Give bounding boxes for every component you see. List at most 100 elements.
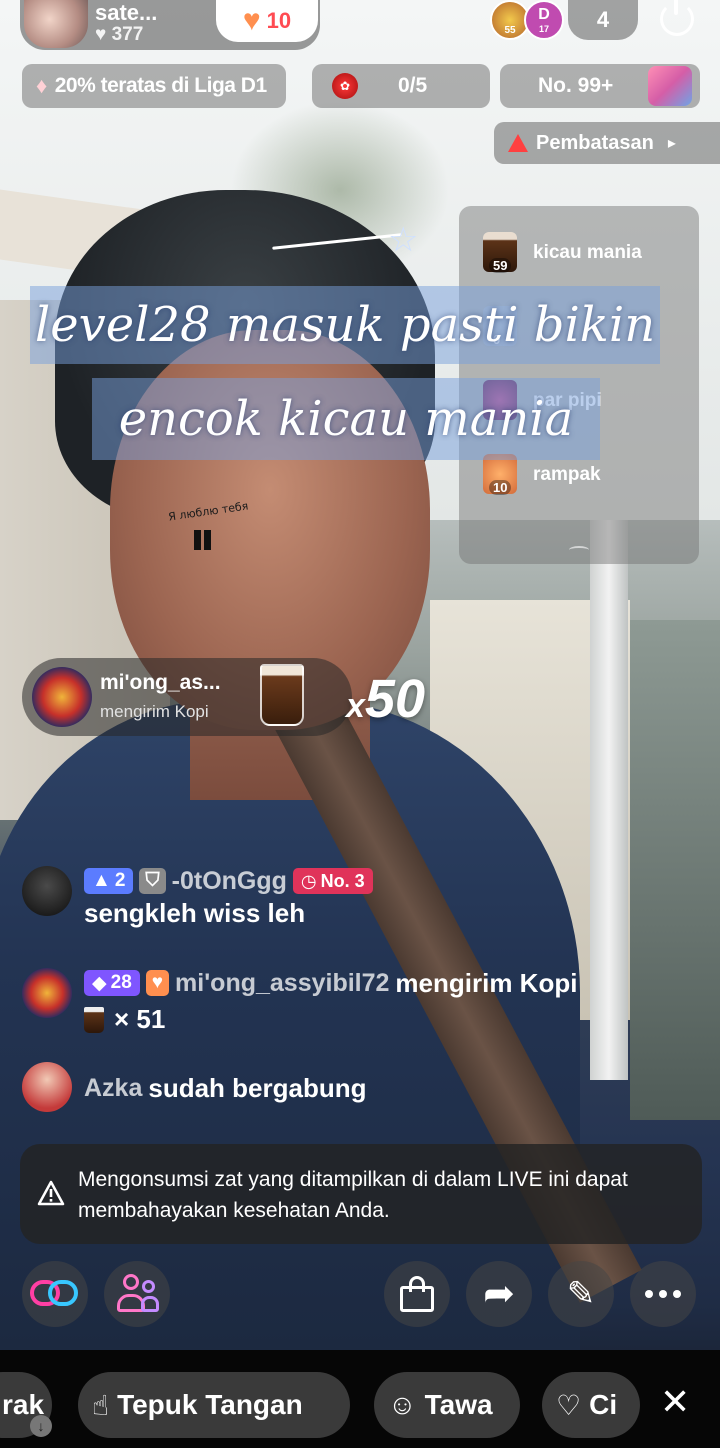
rose-icon: ✿	[332, 73, 358, 99]
chat-message[interactable]: ◆ 28 ♥ mi'ong_assyibil72 mengirim Kopi × …	[20, 968, 700, 1038]
chat-text: sudah bergabung	[148, 1072, 367, 1103]
viewer-initial: D	[538, 6, 550, 23]
multi-guest-button[interactable]	[22, 1261, 88, 1327]
chat-username[interactable]: Azka	[84, 1074, 142, 1103]
rank-emblem-icon	[648, 66, 692, 106]
coffee-icon	[260, 664, 304, 726]
viewer-count[interactable]: 4	[568, 0, 638, 40]
guests-button[interactable]	[104, 1261, 170, 1327]
gift-count: × 51	[114, 1004, 166, 1034]
coffee-icon	[84, 1006, 104, 1033]
chat-meta: ◆ 28 ♥ mi'ong_assyibil72 mengirim Kopi	[84, 968, 577, 998]
gift-combo: x50	[346, 668, 425, 730]
diamond-icon: ♦	[36, 73, 47, 98]
heart-icon: ♥	[95, 24, 107, 45]
follow-count: 10	[266, 8, 292, 33]
gift-item[interactable]: 59 kicau mania	[483, 230, 693, 280]
rank-badge-text: No. 3	[320, 870, 365, 891]
gift-sender-name: mi'ong_as...	[100, 671, 221, 694]
level-badge: ▲ 2	[84, 868, 134, 894]
chat-text: mengirim Kopi	[395, 967, 578, 998]
reaction-label: Tepuk Tangan	[117, 1389, 303, 1420]
clap-icon: ☝	[92, 1389, 110, 1421]
viewer-level: 17	[538, 24, 549, 34]
star-icon: ☆	[388, 221, 419, 259]
mission-progress[interactable]: ✿ 0/5	[312, 64, 490, 108]
gift-summary: × 51	[84, 1004, 165, 1035]
follow-button[interactable]: ♥ 10	[216, 0, 318, 42]
avatar[interactable]	[22, 866, 72, 916]
stream-title-line2: encok kicau mania	[92, 378, 600, 460]
decor-line	[272, 233, 402, 250]
chat-text: sengkleh wiss leh	[84, 898, 306, 928]
restriction-label: Pembatasan	[536, 131, 654, 154]
avatar[interactable]	[32, 667, 92, 727]
rank-badge: ◷ No. 3	[292, 868, 373, 894]
chat-meta: ▲ 2 ⛉ -0tOnGgg ◷ No. 3	[84, 866, 373, 896]
avatar[interactable]	[22, 1062, 72, 1112]
chat-username[interactable]: -0tOnGgg	[172, 867, 287, 896]
shield-icon: ⛉	[139, 868, 166, 894]
reaction-chip-clap[interactable]: ☝ Tepuk Tangan	[78, 1372, 350, 1438]
warning-text: Mengonsumsi zat yang ditampilkan di dala…	[78, 1168, 628, 1222]
warning-icon	[508, 134, 528, 152]
people-icon	[115, 1274, 159, 1314]
more-button[interactable]	[630, 1261, 696, 1327]
chat-username[interactable]: mi'ong_assyibil72	[175, 969, 389, 998]
chat-meta: Azka sudah bergabung	[84, 1073, 367, 1103]
power-icon[interactable]	[660, 0, 694, 36]
reaction-label: Ci	[589, 1389, 618, 1420]
stream-title-line1: level28 masuk pasti bikin	[30, 286, 660, 364]
host-likes: ♥ 377	[95, 24, 143, 46]
more-icon	[645, 1290, 681, 1298]
quick-reaction-bar: rak ☝ Tepuk Tangan ☺ Tawa ♡ Ci	[0, 1350, 720, 1448]
reaction-chip-kiss[interactable]: ♡ Ci	[542, 1372, 640, 1438]
chevron-right-icon: ▸	[667, 135, 676, 152]
link-icon	[30, 1280, 80, 1308]
star-decoration: ☆	[262, 221, 432, 262]
level-badge: ◆ 28	[84, 970, 140, 996]
heart-icon: ♥	[242, 4, 261, 37]
league-badge[interactable]: ♦ 20% teratas di Liga D1	[22, 64, 286, 108]
reaction-chip-laugh[interactable]: ☺ Tawa	[374, 1372, 520, 1438]
chevron-down-icon[interactable]: ↓	[30, 1415, 52, 1437]
ranking-badge[interactable]: No. 99+	[500, 64, 700, 108]
stopwatch-icon: ◷	[300, 870, 317, 891]
top-viewers[interactable]: 55 D 17	[490, 0, 570, 40]
effects-button[interactable]: ✎	[548, 1261, 614, 1327]
gift-action: mengirim Kopi	[100, 702, 209, 721]
heart-icon: ♥	[145, 970, 170, 996]
viewer-avatar[interactable]: D 17	[524, 0, 564, 40]
close-icon[interactable]: ✕	[660, 1384, 690, 1420]
combo-count: 50	[364, 669, 425, 729]
health-warning-banner: Mengonsumsi zat yang ditampilkan di dala…	[20, 1144, 702, 1244]
share-button[interactable]: ➦	[466, 1261, 532, 1327]
reaction-label: Tawa	[424, 1389, 493, 1420]
kiss-icon: ♡	[556, 1389, 582, 1421]
chat-message[interactable]: ▲ 2 ⛉ -0tOnGgg ◷ No. 3 sengkleh wiss leh	[20, 866, 700, 928]
combo-prefix: x	[346, 687, 365, 725]
level-icon: ▲	[92, 870, 111, 891]
gift-name: kicau mania	[533, 242, 642, 263]
chat-message[interactable]: Azka sudah bergabung	[20, 1062, 700, 1114]
rank-label: No. 99+	[538, 74, 614, 97]
gift-count: 10	[489, 480, 512, 495]
restriction-button[interactable]: Pembatasan ▸	[494, 122, 720, 164]
host-likes-count: 377	[111, 24, 144, 45]
magic-wand-icon: ✎	[566, 1275, 596, 1313]
gift-name: rampak	[533, 464, 601, 485]
mission-progress-text: 0/5	[398, 74, 428, 97]
league-label: 20% teratas di Liga D1	[54, 74, 267, 97]
laugh-icon: ☺	[388, 1389, 417, 1420]
level-number: 28	[110, 972, 132, 993]
share-icon: ➦	[483, 1273, 515, 1315]
diamond-icon: ◆	[92, 972, 107, 994]
chevron-up-icon[interactable]	[569, 546, 589, 554]
host-avatar[interactable]	[24, 0, 88, 48]
avatar[interactable]	[22, 968, 72, 1018]
shopping-bag-icon	[400, 1276, 434, 1312]
host-name[interactable]: sate...	[95, 0, 157, 26]
gift-count: 59	[489, 258, 512, 273]
shop-button[interactable]	[384, 1261, 450, 1327]
warning-triangle-icon	[37, 1180, 65, 1206]
